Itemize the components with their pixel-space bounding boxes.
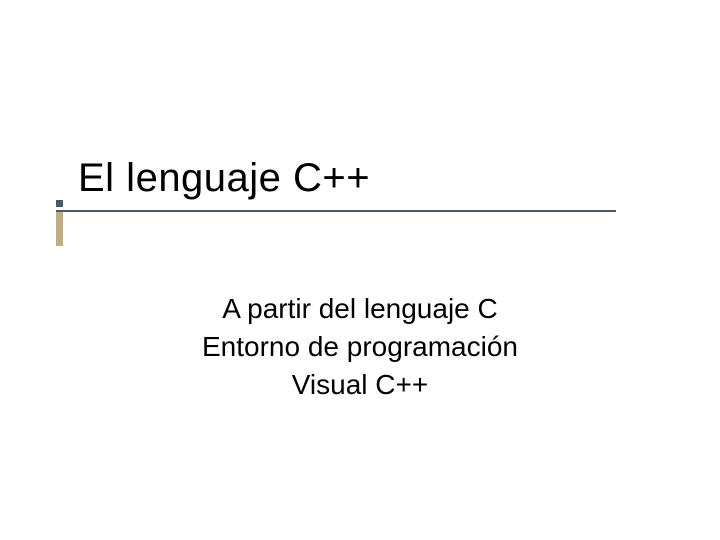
slide: El lenguaje C++ A partir del lenguaje C … bbox=[0, 0, 720, 540]
title-accent-bar bbox=[56, 212, 63, 246]
subtitle-line-3: Visual C++ bbox=[0, 366, 720, 404]
subtitle-line-2: Entorno de programación bbox=[0, 328, 720, 366]
slide-title: El lenguaje C++ bbox=[78, 156, 370, 201]
subtitle-line-1: A partir del lenguaje C bbox=[0, 290, 720, 328]
title-underline-decoration bbox=[56, 210, 616, 212]
title-accent-square bbox=[56, 200, 63, 207]
slide-subtitle-block: A partir del lenguaje C Entorno de progr… bbox=[0, 290, 720, 403]
